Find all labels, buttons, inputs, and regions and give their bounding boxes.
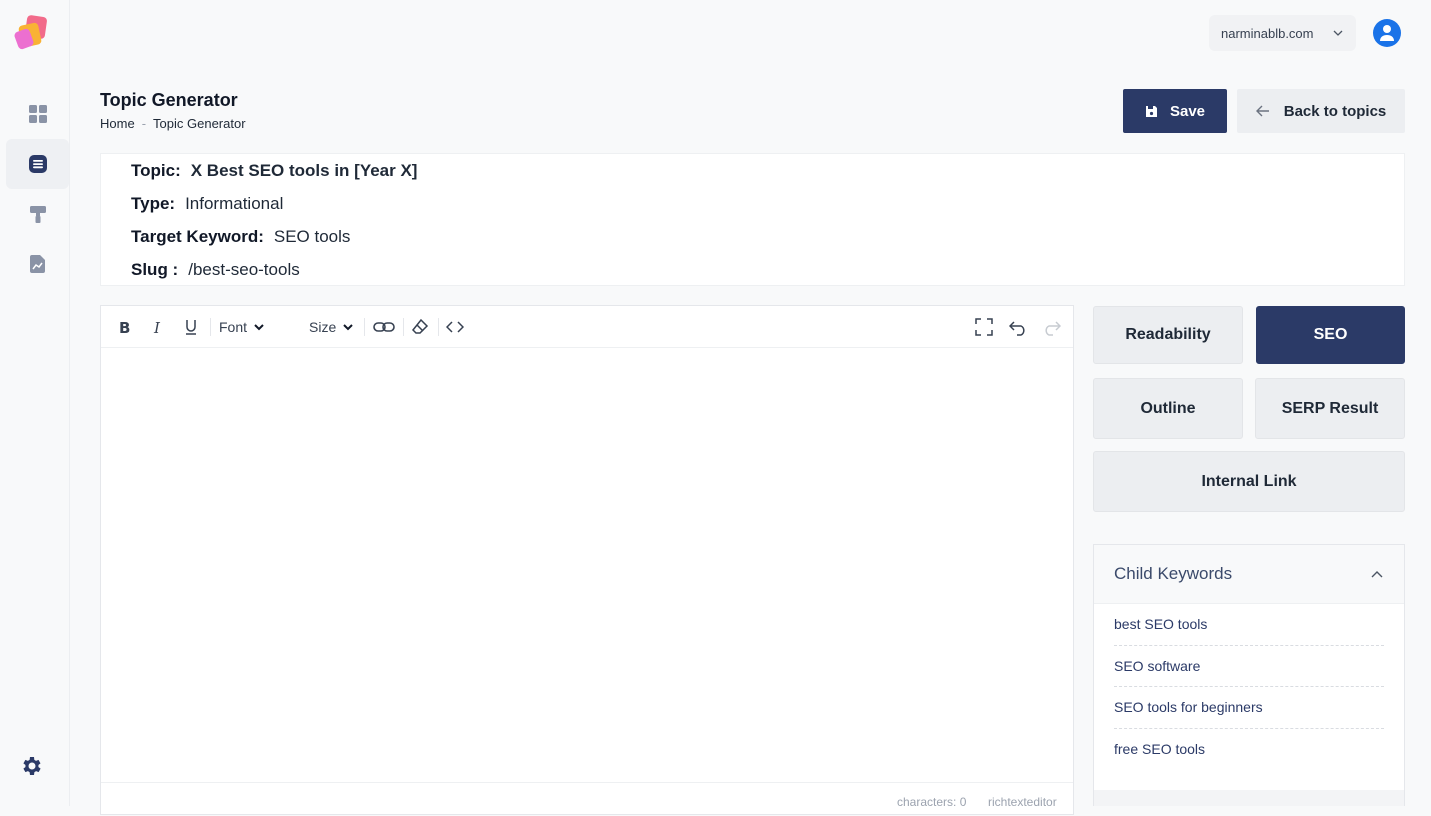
link-button[interactable]: [373, 316, 395, 338]
editor-toolbar: B I Font Size: [101, 306, 1073, 348]
size-label: Size: [309, 319, 337, 335]
eraser-icon: [411, 318, 429, 334]
chevron-up-icon: [1371, 571, 1383, 578]
user-icon: [1380, 25, 1394, 41]
editor-brand: richtexteditor: [988, 795, 1057, 809]
chevron-down-icon: [343, 324, 353, 331]
save-button[interactable]: Save: [1123, 89, 1227, 133]
toolbar-divider: [438, 318, 439, 336]
report-icon: [29, 255, 45, 273]
tab-serp-label: SERP Result: [1281, 399, 1379, 417]
arrow-left-icon: [1255, 105, 1269, 117]
avatar[interactable]: [1373, 19, 1401, 47]
child-keywords-panel: Child Keywords best SEO tools SEO softwa…: [1093, 544, 1405, 806]
fullscreen-icon: [975, 318, 993, 336]
toolbar-divider: [210, 318, 211, 336]
tab-serp-result[interactable]: SERP Result: [1255, 378, 1405, 439]
bold-icon: B: [119, 319, 130, 336]
type-row: Type: Informational: [131, 194, 283, 214]
topic-row: Topic: X Best SEO tools in [Year X]: [131, 161, 417, 181]
tab-seo[interactable]: SEO: [1256, 306, 1405, 364]
breadcrumb-home[interactable]: Home: [100, 116, 135, 131]
tab-readability[interactable]: Readability: [1093, 306, 1243, 364]
breadcrumb-separator: -: [141, 116, 147, 131]
breadcrumb: Home - Topic Generator: [100, 116, 246, 131]
tab-seo-label: SEO: [1313, 326, 1348, 343]
underline-button[interactable]: [182, 316, 200, 338]
list-item[interactable]: SEO software: [1114, 646, 1384, 687]
type-key: Type:: [131, 194, 176, 213]
clear-format-button[interactable]: [411, 316, 429, 338]
underline-icon: [186, 320, 196, 335]
keyword-row: Target Keyword: SEO tools: [131, 227, 350, 247]
slug-value: /best-seo-tools: [188, 260, 300, 279]
type-value: Informational: [185, 194, 284, 213]
redo-button[interactable]: [1043, 316, 1061, 338]
editor-statusbar: characters: 0 richtexteditor: [101, 782, 1073, 816]
back-label: Back to topics: [1283, 102, 1387, 120]
font-label: Font: [219, 319, 248, 335]
dashboard-icon: [28, 105, 47, 123]
keyword-key: Target Keyword:: [131, 227, 264, 246]
breadcrumb-current: Topic Generator: [153, 116, 246, 131]
undo-button[interactable]: [1009, 316, 1027, 338]
page-title: Topic Generator: [100, 90, 238, 110]
italic-icon: I: [153, 319, 161, 336]
tab-outline-label: Outline: [1140, 399, 1196, 417]
size-dropdown[interactable]: Size: [309, 316, 354, 338]
nav-articles[interactable]: [6, 139, 69, 189]
tab-internal-link-label: Internal Link: [1201, 472, 1297, 490]
topic-key: Topic:: [131, 161, 181, 180]
list-item[interactable]: best SEO tools: [1114, 604, 1384, 646]
svg-text:B: B: [119, 319, 130, 336]
slug-key: Slug :: [131, 260, 179, 279]
chevron-down-icon: [254, 324, 264, 331]
floppy-icon: [1145, 105, 1157, 117]
tab-readability-label: Readability: [1125, 326, 1211, 343]
undo-icon: [1009, 321, 1025, 336]
bold-button[interactable]: B: [115, 316, 133, 338]
tab-internal-link[interactable]: Internal Link: [1093, 451, 1405, 512]
link-icon: [373, 322, 395, 332]
list-item[interactable]: SEO tools for beginners: [1114, 687, 1384, 729]
code-icon: [446, 321, 464, 333]
character-count: characters: 0: [897, 795, 967, 809]
fullscreen-button[interactable]: [975, 316, 993, 338]
slug-row: Slug : /best-seo-tools: [131, 260, 300, 280]
domain-label: narminablb.com: [1221, 25, 1314, 41]
toolbar-divider: [403, 318, 404, 336]
italic-button[interactable]: I: [149, 316, 167, 338]
nav-design[interactable]: [6, 189, 69, 239]
editor-content-area[interactable]: [101, 348, 1073, 782]
child-keywords-header[interactable]: Child Keywords: [1094, 545, 1404, 604]
nav-reports[interactable]: [6, 239, 69, 289]
redo-icon: [1045, 321, 1061, 336]
child-keywords-list: best SEO tools SEO software SEO tools fo…: [1094, 604, 1404, 770]
child-keywords-title: Child Keywords: [1114, 564, 1233, 583]
topic-value: X Best SEO tools in [Year X]: [190, 161, 418, 180]
tab-outline[interactable]: Outline: [1093, 378, 1243, 439]
paint-roller-icon: [29, 206, 46, 223]
gear-icon[interactable]: [20, 754, 44, 778]
font-dropdown[interactable]: Font: [219, 316, 265, 338]
back-to-topics-button[interactable]: Back to topics: [1237, 89, 1405, 133]
app-logo[interactable]: [14, 14, 50, 54]
sidebar: [0, 0, 70, 806]
domain-select[interactable]: narminablb.com: [1209, 15, 1356, 51]
list-item[interactable]: free SEO tools: [1114, 729, 1384, 771]
chevron-down-icon: [1333, 30, 1343, 36]
nav-dashboard[interactable]: [6, 89, 69, 139]
articles-icon: [28, 155, 47, 173]
toolbar-divider: [364, 318, 365, 336]
save-label: Save: [1169, 102, 1206, 120]
rich-text-editor: B I Font Size characters: 0 richtextedit…: [100, 305, 1074, 815]
code-view-button[interactable]: [446, 316, 464, 338]
topic-info-card: Topic: X Best SEO tools in [Year X] Type…: [100, 153, 1405, 286]
child-keywords-footer: [1094, 790, 1404, 806]
svg-text:I: I: [153, 319, 161, 336]
keyword-value: SEO tools: [273, 227, 351, 246]
